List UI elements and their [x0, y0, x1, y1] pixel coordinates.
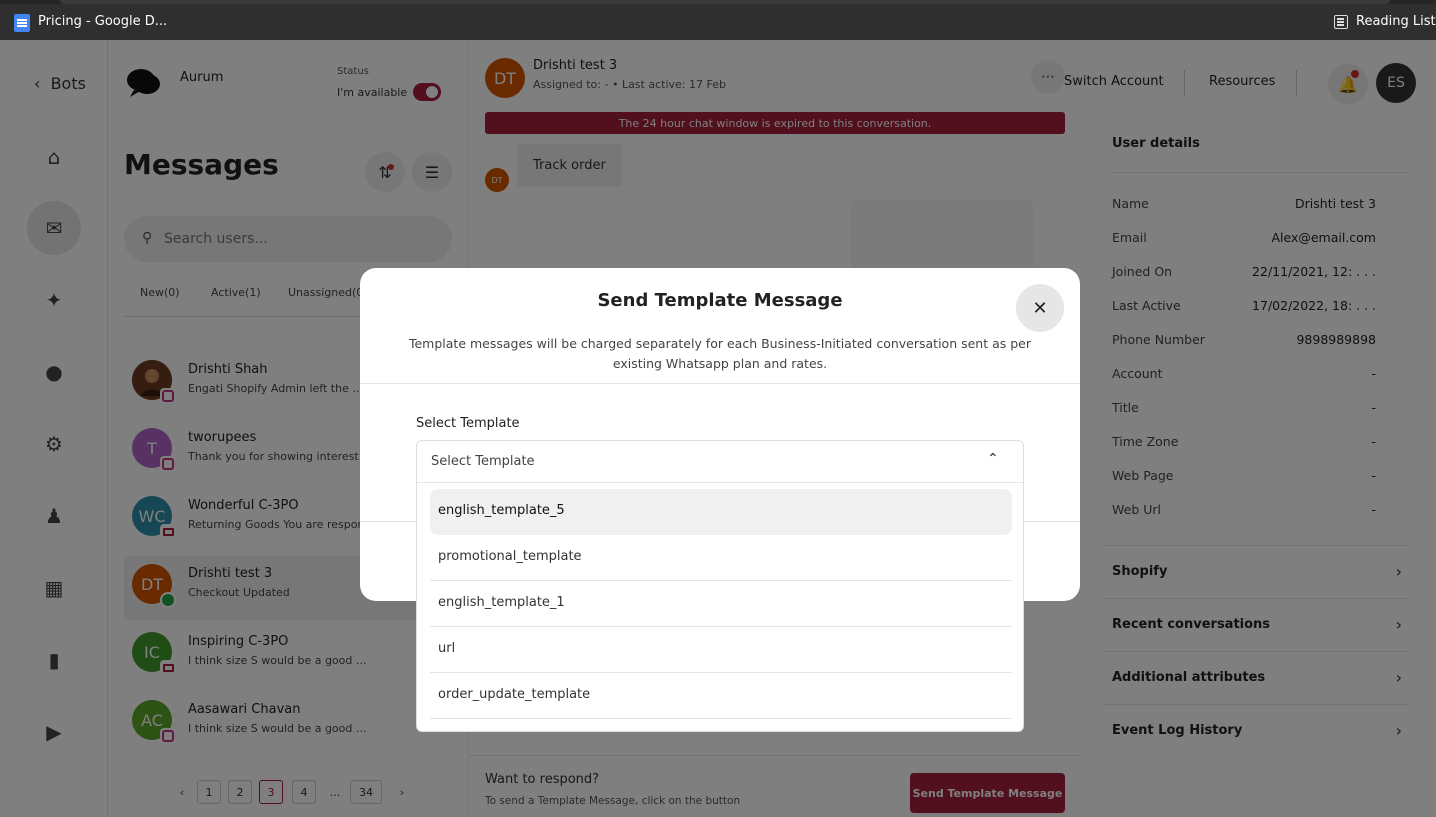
template-option[interactable]: english_template_1 [430, 581, 1012, 627]
reading-list-button[interactable]: Reading List [1356, 14, 1436, 29]
select-template-label: Select Template [416, 416, 520, 431]
reading-list-icon[interactable] [1334, 15, 1348, 29]
browser-top-strip [0, 0, 1436, 4]
modal-title: Send Template Message [597, 290, 843, 311]
template-option[interactable]: url [430, 627, 1012, 673]
close-button[interactable]: ✕ [1016, 284, 1064, 332]
template-select[interactable]: Select Template ⌃ [417, 441, 1023, 483]
close-icon: ✕ [1032, 297, 1048, 319]
chevron-up-icon[interactable]: ⌃ [987, 451, 999, 467]
template-option[interactable]: promotional_template [430, 535, 1012, 581]
modal-description: Template messages will be charged separa… [408, 336, 1032, 371]
google-docs-icon [14, 14, 30, 32]
divider [360, 383, 1080, 384]
template-dropdown: Select Template ⌃ english_template_5 pro… [416, 440, 1024, 732]
template-option[interactable]: order_update_template [430, 673, 1012, 719]
browser-bar: Pricing - Google D... Reading List [0, 0, 1436, 40]
select-placeholder: Select Template [431, 454, 535, 469]
browser-tab-title[interactable]: Pricing - Google D... [38, 14, 167, 29]
template-option[interactable]: english_template_5 [430, 489, 1012, 535]
